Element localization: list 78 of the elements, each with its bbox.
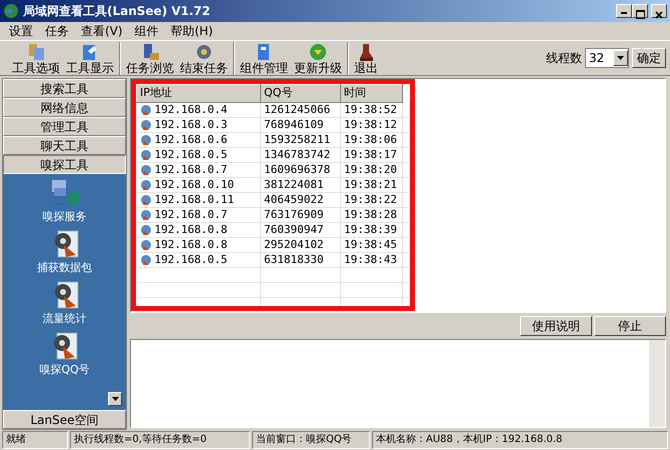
column-header[interactable]: IP地址 [136, 84, 260, 102]
table-cell: 1261245066 [264, 103, 330, 116]
status-text: 当前窗口：嗅探QQ号 [252, 431, 370, 449]
table-cell: 1609696378 [264, 163, 330, 176]
column-header[interactable]: QQ号 [260, 84, 340, 102]
status-text: 就绪 [2, 431, 68, 449]
toolbar-button[interactable]: 工具显示 [63, 42, 117, 74]
table-cell: 192.168.0.4 [154, 103, 228, 116]
maximize-button[interactable] [632, 4, 648, 18]
confirm-button[interactable]: 确定 [632, 48, 666, 68]
table-cell: 19:38:28 [344, 208, 397, 221]
table-cell: 760390947 [264, 223, 324, 236]
table-cell: 192.168.0.7 [154, 208, 228, 221]
table-cell: 19:38:21 [344, 178, 397, 191]
table-cell: 192.168.0.11 [154, 193, 234, 206]
minimize-button[interactable] [616, 4, 632, 18]
sidebar-section[interactable]: 网络信息 [3, 98, 126, 117]
table-cell: 763176909 [264, 208, 324, 221]
sidebar-section[interactable]: LanSee空间 [3, 410, 126, 429]
menu-item[interactable]: 任务 [40, 22, 74, 40]
toolbar-button[interactable]: 工具选项 [9, 42, 63, 74]
toolbar-button[interactable]: 结束任务 [177, 42, 231, 74]
table-cell: 19:38:43 [344, 253, 397, 266]
status-text: 执行线程数=0,等待任务数=0 [70, 431, 250, 449]
table-cell: 192.168.0.7 [154, 163, 228, 176]
maximize-icon [636, 10, 644, 20]
sidebar-item[interactable]: 流量统计 [42, 280, 86, 325]
sidebar-section[interactable]: 聊天工具 [3, 136, 126, 155]
sidebar-item[interactable]: 嗅探服务 [42, 178, 86, 223]
table-cell: 19:38:52 [344, 103, 397, 116]
sidebar-item[interactable]: 嗅探QQ号 [39, 331, 90, 376]
table-cell: 295204102 [264, 238, 324, 251]
table-cell: 19:38:06 [344, 133, 397, 146]
table-cell: 19:38:22 [344, 193, 397, 206]
window-title: 局域网查看工具(LanSee) V1.72 [23, 3, 212, 20]
table-cell: 768946109 [264, 118, 324, 131]
table-cell: 1593258211 [264, 133, 330, 146]
table-cell: 19:38:45 [344, 238, 397, 251]
toolbar-button[interactable]: 任务浏览 [123, 42, 177, 74]
minimize-icon [621, 12, 627, 14]
table-cell: 19:38:39 [344, 223, 397, 236]
caret-icon [112, 397, 118, 401]
table-cell: 19:38:20 [344, 163, 397, 176]
table-cell: 381224081 [264, 178, 324, 191]
column-header[interactable]: 时间 [340, 84, 402, 102]
sidebar-section[interactable]: 管理工具 [3, 117, 126, 136]
table-cell: 192.168.0.6 [154, 133, 228, 146]
table-cell: 19:38:12 [344, 118, 397, 131]
menu-item[interactable]: 查看(V) [76, 22, 128, 40]
toolbar-button[interactable]: 组件管理 [237, 42, 291, 74]
table-cell: 19:38:17 [344, 148, 397, 161]
table-cell: 406459022 [264, 193, 324, 206]
thread-count-label: 线程数 [546, 50, 582, 67]
caret-icon [617, 56, 624, 60]
table-cell: 1346783742 [264, 148, 330, 161]
table-cell: 192.168.0.3 [154, 118, 228, 131]
table-cell: 192.168.0.8 [154, 223, 228, 236]
sidebar-section[interactable]: 嗅探工具 [3, 155, 126, 174]
toolbar-button[interactable]: 更新升级 [291, 42, 345, 74]
table-cell: 631818330 [264, 253, 324, 266]
action-button[interactable]: 停止 [594, 316, 666, 336]
status-text: 本机名称：AU88，本机IP：192.168.0.8 [372, 431, 668, 449]
table-cell: 192.168.0.5 [154, 253, 228, 266]
menu-item[interactable]: 设置 [4, 22, 38, 40]
close-icon [655, 10, 663, 19]
scroll-down-button[interactable] [108, 392, 122, 406]
table-cell: 192.168.0.5 [154, 148, 228, 161]
thread-count-dropdown[interactable]: 32 [585, 48, 629, 68]
sidebar-item[interactable]: 捕获数据包 [37, 229, 92, 274]
table-cell: 192.168.0.8 [154, 238, 228, 251]
table-cell: 192.168.0.10 [154, 178, 234, 191]
globe-icon [3, 3, 19, 19]
menu-item[interactable]: 帮助(H) [166, 22, 218, 40]
sidebar-section[interactable]: 搜索工具 [3, 79, 126, 98]
menu-item[interactable]: 组件 [130, 22, 164, 40]
action-button[interactable]: 使用说明 [520, 316, 592, 336]
toolbar-button[interactable]: 退出 [351, 42, 381, 74]
close-button[interactable] [651, 4, 667, 18]
